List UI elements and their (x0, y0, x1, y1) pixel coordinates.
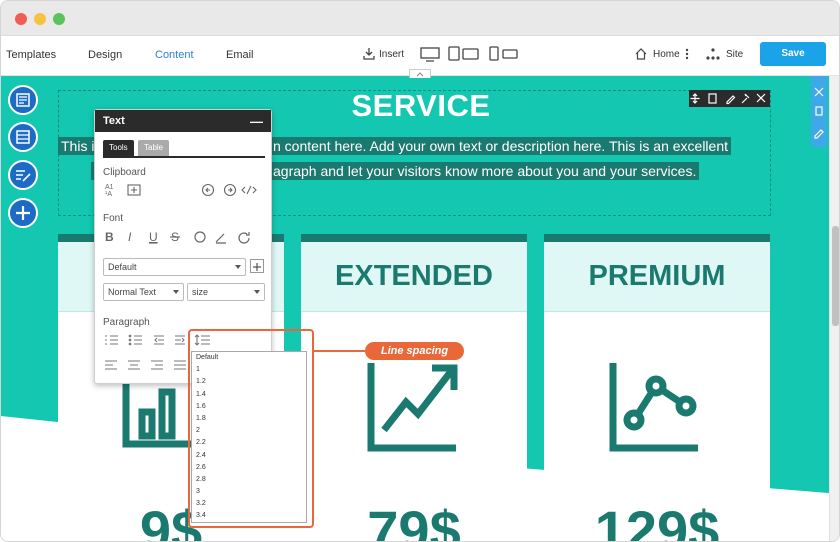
collapse-toolbar-handle[interactable] (409, 69, 431, 78)
italic-icon[interactable] (125, 229, 139, 245)
card-header: PREMIUM (544, 242, 770, 312)
add-element-button[interactable] (8, 198, 38, 228)
font-size-value: size (192, 287, 209, 297)
panel-header[interactable]: Text — (95, 110, 271, 132)
home-icon[interactable] (635, 48, 647, 63)
tab-table[interactable]: Table (138, 140, 170, 156)
card-title: EXTENDED (335, 260, 493, 292)
paste-icon[interactable] (126, 182, 142, 198)
plus-icon (16, 206, 30, 220)
text-style-value: Normal Text (108, 287, 156, 297)
home-page-selector[interactable]: Home (653, 49, 680, 60)
numbered-list-icon[interactable] (103, 333, 121, 349)
service-text-line-2-right[interactable]: agraph and let your visitors know more a… (270, 162, 700, 180)
undo-icon[interactable] (201, 182, 215, 198)
duplicate-section-icon[interactable] (811, 104, 827, 118)
underline-icon[interactable] (147, 229, 161, 245)
card-price: 79$ (367, 499, 461, 542)
bulleted-list-icon[interactable] (127, 333, 145, 349)
desktop-view-icon[interactable] (420, 47, 440, 65)
card-header: EXTENDED (301, 242, 527, 312)
sitemap-icon[interactable] (706, 48, 720, 63)
font-family-value: Default (108, 262, 137, 272)
clipboard-label: Clipboard (103, 167, 146, 178)
edit-content-button[interactable] (8, 160, 38, 190)
strikethrough-icon[interactable] (169, 229, 183, 245)
align-right-icon[interactable] (149, 357, 167, 373)
line-spacing-callout: Line spacing (365, 342, 464, 360)
font-label: Font (103, 213, 124, 224)
plus-icon (253, 263, 261, 271)
line-spacing-highlight-box (188, 329, 314, 528)
sections-button[interactable] (8, 122, 38, 152)
app-window: Templates Design Content Email Insert Ho… (0, 0, 840, 542)
chevron-down-icon (173, 290, 179, 294)
tab-design[interactable]: Design (88, 49, 122, 61)
pricing-card-premium[interactable]: PREMIUM 129$ (544, 234, 770, 542)
card-title: PREMIUM (588, 260, 726, 292)
close-window-button[interactable] (15, 13, 27, 25)
panel-title: Text (103, 115, 125, 127)
growth-chart-icon (367, 363, 458, 452)
close-section-icon[interactable] (811, 86, 827, 100)
card-price: 129$ (594, 499, 720, 542)
insert-icon[interactable] (363, 47, 375, 63)
tablet-view-icon[interactable] (448, 46, 480, 64)
code-icon[interactable] (241, 182, 257, 198)
text-color-icon[interactable] (193, 229, 207, 245)
callout-connector (314, 350, 365, 352)
mobile-view-icon[interactable] (489, 46, 519, 64)
scrollbar-thumb[interactable] (832, 226, 839, 326)
pages-icon (16, 93, 30, 107)
site-menu[interactable]: Site (726, 49, 743, 60)
insert-button[interactable]: Insert (379, 49, 404, 60)
service-text-line-1-right[interactable]: n content here. Add your own text or des… (270, 137, 731, 155)
maximize-window-button[interactable] (53, 13, 65, 25)
edit-section-icon[interactable] (811, 126, 827, 140)
tab-underline (103, 156, 265, 158)
bold-icon[interactable] (103, 229, 117, 245)
tab-templates[interactable]: Templates (6, 49, 56, 61)
text-style-select[interactable]: Normal Text (103, 283, 184, 301)
pages-button[interactable] (8, 85, 38, 115)
paragraph-label: Paragraph (103, 317, 150, 328)
add-font-button[interactable] (250, 259, 264, 273)
outdent-icon[interactable] (151, 333, 169, 349)
more-options-icon[interactable] (685, 48, 689, 63)
chevron-down-icon (254, 290, 260, 294)
font-family-select[interactable]: Default (103, 258, 246, 276)
align-left-icon[interactable] (103, 357, 121, 373)
font-size-select[interactable]: size (187, 283, 265, 301)
tab-email[interactable]: Email (226, 49, 254, 61)
minimize-window-button[interactable] (34, 13, 46, 25)
redo-icon[interactable] (223, 182, 237, 198)
save-button[interactable]: Save (760, 42, 826, 66)
edit-list-icon (16, 170, 31, 182)
service-text-line-1-left[interactable]: This i (58, 137, 98, 155)
align-center-icon[interactable] (126, 357, 144, 373)
pricing-card-extended[interactable]: EXTENDED 79$ (301, 234, 527, 542)
sections-icon (16, 130, 30, 144)
title-bar (1, 1, 839, 36)
vertical-scrollbar[interactable] (829, 76, 839, 541)
tab-content[interactable]: Content (155, 49, 194, 61)
tab-tools[interactable]: Tools (103, 140, 134, 156)
scatter-graph-icon (609, 363, 698, 452)
clear-format-icon[interactable] (239, 229, 253, 245)
minimize-panel-icon[interactable]: — (250, 114, 263, 129)
chevron-down-icon (235, 265, 241, 269)
highlight-icon[interactable] (215, 229, 229, 245)
text-case-icon[interactable] (103, 182, 119, 198)
